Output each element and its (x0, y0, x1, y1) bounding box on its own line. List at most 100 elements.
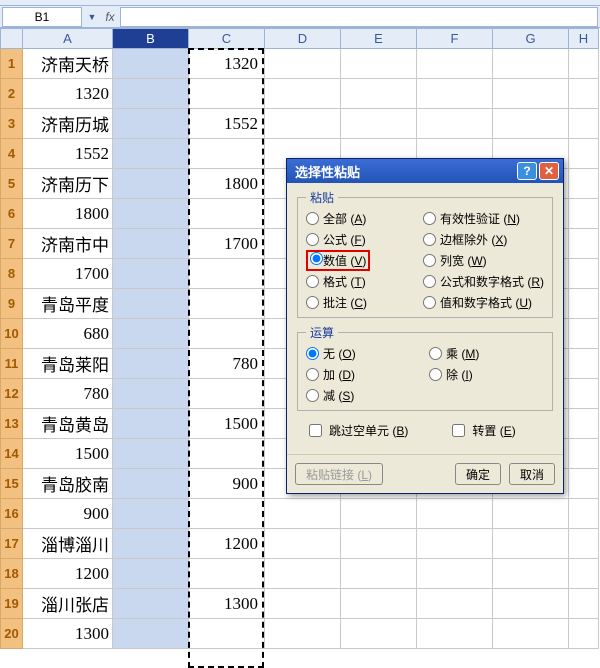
cell-F16[interactable] (417, 499, 493, 529)
cell-B5[interactable] (113, 169, 189, 199)
cell-G19[interactable] (493, 589, 569, 619)
cell-A19[interactable]: 淄川张店 (23, 589, 113, 619)
cell-F17[interactable] (417, 529, 493, 559)
cell-B4[interactable] (113, 139, 189, 169)
row-header[interactable]: 16 (1, 499, 23, 529)
dialog-titlebar[interactable]: 选择性粘贴 ? ✕ (287, 159, 563, 183)
ok-button[interactable]: 确定 (455, 463, 501, 485)
cell-G20[interactable] (493, 619, 569, 649)
column-header-F[interactable]: F (417, 29, 493, 49)
radio-input[interactable] (306, 275, 319, 288)
cell-A15[interactable]: 青岛胶南 (23, 469, 113, 499)
cell-A10[interactable]: 680 (23, 319, 113, 349)
cell-A2[interactable]: 1320 (23, 79, 113, 109)
transpose-checkbox[interactable]: 转置 (E) (448, 421, 515, 440)
column-header-D[interactable]: D (265, 29, 341, 49)
row-header[interactable]: 4 (1, 139, 23, 169)
cell-D16[interactable] (265, 499, 341, 529)
radio-paste-W[interactable]: 列宽 (W) (423, 252, 544, 269)
radio-paste-X[interactable]: 边框除外 (X) (423, 231, 544, 248)
cell-F3[interactable] (417, 109, 493, 139)
cell-G3[interactable] (493, 109, 569, 139)
radio-paste-F[interactable]: 公式 (F) (306, 231, 415, 248)
cell-C10[interactable] (189, 319, 265, 349)
cell-B20[interactable] (113, 619, 189, 649)
cell-H18[interactable] (569, 559, 599, 589)
help-button[interactable]: ? (517, 162, 537, 180)
radio-input[interactable] (306, 296, 319, 309)
cell-C18[interactable] (189, 559, 265, 589)
cell-A13[interactable]: 青岛黄岛 (23, 409, 113, 439)
cell-H2[interactable] (569, 79, 599, 109)
cell-H10[interactable] (569, 319, 599, 349)
column-header-E[interactable]: E (341, 29, 417, 49)
cell-H11[interactable] (569, 349, 599, 379)
cell-A9[interactable]: 青岛平度 (23, 289, 113, 319)
row-header[interactable]: 12 (1, 379, 23, 409)
radio-paste-N[interactable]: 有效性验证 (N) (423, 210, 544, 227)
cell-F1[interactable] (417, 49, 493, 79)
cell-A8[interactable]: 1700 (23, 259, 113, 289)
radio-op-I[interactable]: 除 (I) (429, 366, 544, 383)
radio-input[interactable] (423, 296, 436, 309)
cell-H20[interactable] (569, 619, 599, 649)
cell-C20[interactable] (189, 619, 265, 649)
row-header[interactable]: 15 (1, 469, 23, 499)
cell-B2[interactable] (113, 79, 189, 109)
cell-A16[interactable]: 900 (23, 499, 113, 529)
cell-B14[interactable] (113, 439, 189, 469)
cell-E20[interactable] (341, 619, 417, 649)
cell-G2[interactable] (493, 79, 569, 109)
cell-B13[interactable] (113, 409, 189, 439)
cell-A1[interactable]: 济南天桥 (23, 49, 113, 79)
row-header[interactable]: 8 (1, 259, 23, 289)
cell-H6[interactable] (569, 199, 599, 229)
row-header[interactable]: 17 (1, 529, 23, 559)
transpose-input[interactable] (452, 424, 465, 437)
cell-E3[interactable] (341, 109, 417, 139)
column-header-A[interactable]: A (23, 29, 113, 49)
cell-C5[interactable]: 1800 (189, 169, 265, 199)
radio-input[interactable] (423, 233, 436, 246)
row-header[interactable]: 7 (1, 229, 23, 259)
cell-A7[interactable]: 济南市中 (23, 229, 113, 259)
cell-H4[interactable] (569, 139, 599, 169)
cell-H8[interactable] (569, 259, 599, 289)
cell-A3[interactable]: 济南历城 (23, 109, 113, 139)
cancel-button[interactable]: 取消 (509, 463, 555, 485)
cell-C14[interactable] (189, 439, 265, 469)
row-header[interactable]: 18 (1, 559, 23, 589)
cell-C13[interactable]: 1500 (189, 409, 265, 439)
cell-H1[interactable] (569, 49, 599, 79)
cell-B19[interactable] (113, 589, 189, 619)
row-header[interactable]: 20 (1, 619, 23, 649)
cell-H9[interactable] (569, 289, 599, 319)
cell-B8[interactable] (113, 259, 189, 289)
cell-H13[interactable] (569, 409, 599, 439)
cell-C15[interactable]: 900 (189, 469, 265, 499)
cell-F20[interactable] (417, 619, 493, 649)
cell-A5[interactable]: 济南历下 (23, 169, 113, 199)
cell-B15[interactable] (113, 469, 189, 499)
column-header-C[interactable]: C (189, 29, 265, 49)
cell-C4[interactable] (189, 139, 265, 169)
cell-B11[interactable] (113, 349, 189, 379)
radio-input[interactable] (423, 212, 436, 225)
cell-E1[interactable] (341, 49, 417, 79)
cell-D20[interactable] (265, 619, 341, 649)
cell-B17[interactable] (113, 529, 189, 559)
cell-E16[interactable] (341, 499, 417, 529)
cell-B9[interactable] (113, 289, 189, 319)
cell-A14[interactable]: 1500 (23, 439, 113, 469)
cell-C8[interactable] (189, 259, 265, 289)
cell-D18[interactable] (265, 559, 341, 589)
radio-op-D[interactable]: 加 (D) (306, 366, 421, 383)
radio-input[interactable] (423, 275, 436, 288)
row-header[interactable]: 9 (1, 289, 23, 319)
cell-H12[interactable] (569, 379, 599, 409)
formula-input[interactable] (120, 7, 598, 27)
cell-D1[interactable] (265, 49, 341, 79)
cell-B12[interactable] (113, 379, 189, 409)
cell-A12[interactable]: 780 (23, 379, 113, 409)
cell-A17[interactable]: 淄博淄川 (23, 529, 113, 559)
